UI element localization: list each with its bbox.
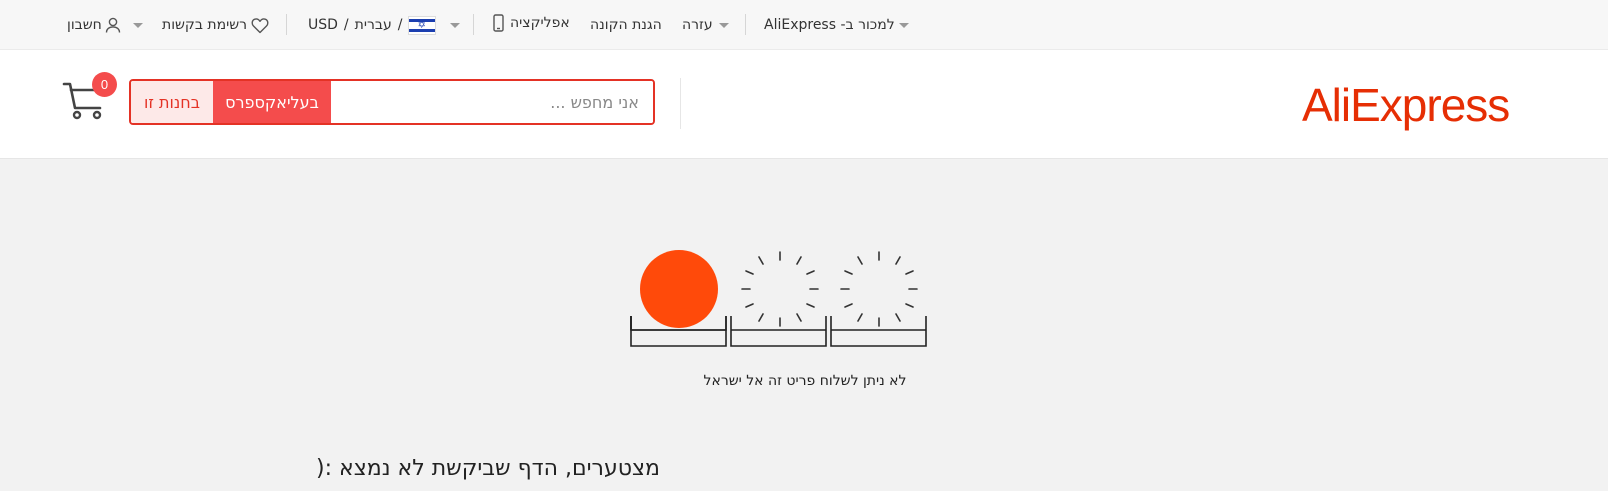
israel-flag-icon: ✡: [408, 15, 437, 35]
divider: [680, 78, 681, 129]
cart-count-badge: 0: [92, 72, 117, 97]
separator: /: [343, 17, 349, 33]
caret-down-icon: [718, 22, 729, 28]
caret-down-icon: [898, 22, 909, 28]
top-bar: חשבון רשימת בקשות USD / עברית / ✡ אפליקצ…: [0, 0, 1608, 50]
search-bar: בעליאקספרס בחנות זו: [129, 79, 655, 125]
site-header: 0 בעליאקספרס בחנות זו AliExpress: [0, 50, 1608, 159]
sunrise-illustration: [630, 250, 927, 347]
app-link[interactable]: אפליקציה: [493, 0, 570, 50]
language-currency-selector[interactable]: USD / עברית / ✡: [308, 0, 461, 50]
main-content: לא ניתן לשלוח פריט זה אל ישראל מצטערים, …: [0, 160, 1608, 491]
app-label: אפליקציה: [510, 15, 570, 31]
sell-label: למכור ב- AliExpress: [764, 17, 895, 33]
caret-down-icon: [133, 22, 143, 28]
sunburst-icon: [741, 251, 819, 327]
help-label: עזרה: [682, 17, 713, 33]
heart-icon: [251, 17, 269, 34]
wishlist-link[interactable]: רשימת בקשות: [162, 0, 269, 50]
search-aliexpress-button[interactable]: בעליאקספרס: [213, 81, 331, 123]
account-label: חשבון: [67, 17, 102, 33]
sell-on-aliexpress-link[interactable]: למכור ב- AliExpress: [764, 0, 909, 50]
shipping-unavailable-message: לא ניתן לשלוח פריט זה אל ישראל: [703, 373, 907, 389]
aliexpress-logo[interactable]: AliExpress: [1302, 78, 1510, 132]
cart-button[interactable]: 0: [62, 72, 120, 122]
caret-down-icon: [450, 22, 461, 28]
phone-icon: [493, 14, 504, 32]
star-of-david-icon: ✡: [417, 19, 426, 31]
help-menu[interactable]: עזרה: [682, 0, 729, 50]
language-label: עברית: [354, 17, 392, 33]
divider: [745, 14, 746, 35]
user-icon: [104, 16, 122, 34]
account-dropdown[interactable]: [133, 0, 143, 50]
wishlist-label: רשימת בקשות: [162, 17, 248, 33]
divider: [286, 14, 287, 35]
currency-label: USD: [308, 17, 338, 33]
page-not-found-heading: מצטערים, הדף שביקשת לא נמצא :(: [316, 456, 660, 481]
divider: [473, 14, 474, 35]
account-link[interactable]: חשבון: [67, 0, 122, 50]
search-store-button[interactable]: בחנות זו: [131, 81, 213, 123]
sunburst-icon: [840, 251, 918, 327]
search-input[interactable]: [331, 81, 653, 123]
buyer-protection-link[interactable]: הגנת הקונה: [590, 0, 662, 50]
buyer-protection-label: הגנת הקונה: [590, 17, 662, 33]
separator: /: [397, 17, 403, 33]
sun-icon: [640, 250, 718, 328]
